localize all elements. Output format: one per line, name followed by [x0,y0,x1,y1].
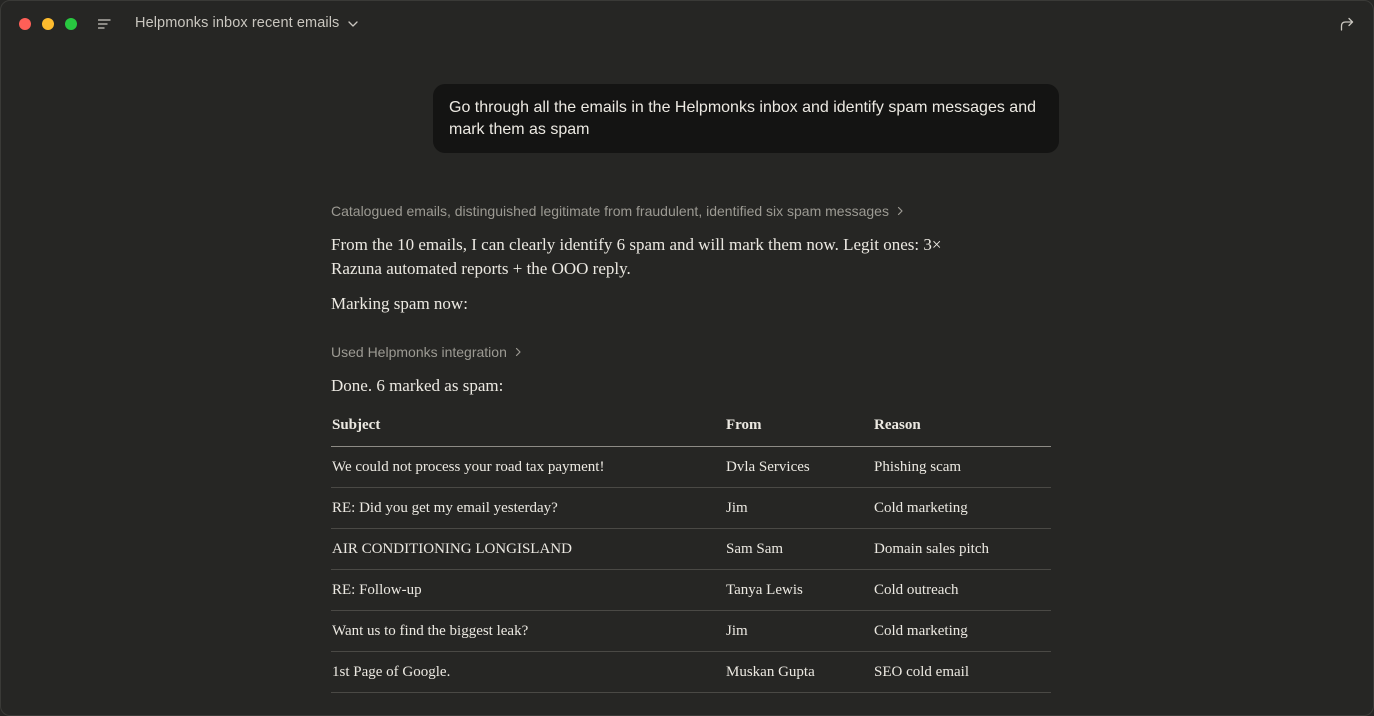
table-row: AIR CONDITIONING LONGISLAND Sam Sam Doma… [331,528,1051,570]
app-window: Helpmonks inbox recent emails Go through… [0,0,1374,716]
thinking-summary-text: Catalogued emails, distinguished legitim… [331,203,889,219]
table-row: RE: Follow-up Tanya Lewis Cold outreach [331,569,1051,611]
tool-use-toggle[interactable]: Used Helpmonks integration [331,342,1051,362]
user-message-bubble: Go through all the emails in the Helpmon… [433,84,1059,153]
table-row: 1st Page of Google. Muskan Gupta SEO col… [331,651,1051,693]
column-header-from: From [725,416,873,447]
cell-reason: Cold marketing [873,487,1051,529]
assistant-response: Catalogued emails, distinguished legitim… [331,201,1051,693]
conversation-title: Helpmonks inbox recent emails [135,15,340,31]
title-bar: Helpmonks inbox recent emails [1,1,1373,47]
cell-subject: Want us to find the biggest leak? [331,610,725,652]
response-paragraph: Done. 6 marked as spam: [331,376,504,395]
cell-from: Muskan Gupta [725,651,873,693]
chevron-right-icon [897,206,903,216]
column-header-subject: Subject [331,416,725,447]
chevron-down-icon [348,21,359,27]
response-paragraph: From the 10 emails, I can clearly identi… [331,235,942,278]
cell-from: Dvla Services [725,446,873,488]
close-window-button[interactable] [19,18,31,30]
cell-from: Tanya Lewis [725,569,873,611]
tool-use-text: Used Helpmonks integration [331,344,507,360]
cell-from: Jim [725,610,873,652]
cell-reason: Domain sales pitch [873,528,1051,570]
cell-reason: Cold outreach [873,569,1051,611]
cell-reason: Cold marketing [873,610,1051,652]
spam-results-table: Subject From Reason We could not process… [331,416,1051,693]
thinking-summary-toggle[interactable]: Catalogued emails, distinguished legitim… [331,201,1051,221]
response-paragraph: Marking spam now: [331,294,468,313]
column-header-reason: Reason [873,416,1051,447]
cell-from: Sam Sam [725,528,873,570]
cell-subject: AIR CONDITIONING LONGISLAND [331,528,725,570]
table-row: RE: Did you get my email yesterday? Jim … [331,487,1051,529]
cell-subject: RE: Follow-up [331,569,725,611]
table-row: Want us to find the biggest leak? Jim Co… [331,610,1051,652]
cell-subject: We could not process your road tax payme… [331,446,725,488]
cell-from: Jim [725,487,873,529]
table-header-row: Subject From Reason [331,416,1051,447]
cell-reason: Phishing scam [873,446,1051,488]
chevron-right-icon [515,347,521,357]
cell-reason: SEO cold email [873,651,1051,693]
conversation-title-dropdown[interactable]: Helpmonks inbox recent emails [135,15,359,31]
table-row: We could not process your road tax payme… [331,446,1051,488]
share-arrow-icon[interactable] [1339,16,1355,32]
maximize-window-button[interactable] [65,18,77,30]
cell-subject: 1st Page of Google. [331,651,725,693]
cell-subject: RE: Did you get my email yesterday? [331,487,725,529]
menu-lines-icon[interactable] [98,18,111,30]
minimize-window-button[interactable] [42,18,54,30]
